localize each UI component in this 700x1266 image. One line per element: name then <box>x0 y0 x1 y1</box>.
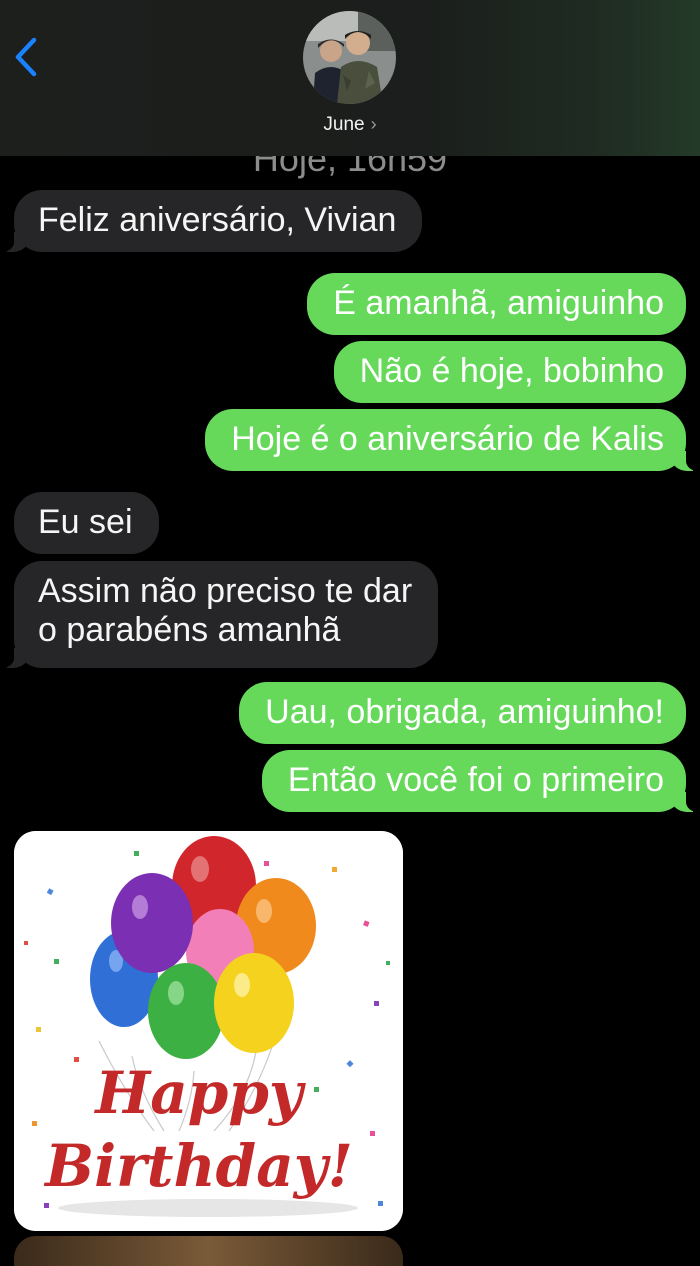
back-button[interactable] <box>10 34 46 80</box>
message-incoming[interactable]: Feliz aniversário, Vivian <box>0 190 423 252</box>
message-outgoing[interactable]: Uau, obrigada, amiguinho! <box>239 682 686 744</box>
chevron-left-icon <box>15 37 37 77</box>
birthday-card-image: Happy Birthday! <box>14 831 403 1231</box>
avatar-photo <box>303 11 396 104</box>
message-outgoing[interactable]: Não é hoje, bobinho <box>333 341 686 403</box>
contact-name-button[interactable]: June › <box>0 114 700 136</box>
message-outgoing[interactable]: Hoje é o aniversário de Kalis <box>205 409 700 471</box>
message-incoming[interactable]: Eu sei <box>14 492 159 554</box>
message-line: o parabéns amanhã <box>38 611 341 649</box>
contact-name: June <box>323 114 365 135</box>
chevron-right-icon: › <box>370 114 377 134</box>
birthday-text: Birthday! <box>43 1132 353 1200</box>
contact-avatar[interactable] <box>303 11 396 104</box>
conversation-header: June › <box>0 0 700 156</box>
message-line: Assim não preciso te dar <box>38 572 413 610</box>
birthday-image-attachment[interactable]: Happy Birthday! <box>14 831 403 1231</box>
message-outgoing[interactable]: É amanhã, amiguinho <box>307 273 686 335</box>
message-outgoing[interactable]: Então você foi o primeiro <box>261 750 700 812</box>
message-incoming-multiline[interactable]: Assim não preciso te dar o parabéns aman… <box>0 561 439 668</box>
happy-text: Happy <box>93 1059 306 1127</box>
next-image-attachment[interactable] <box>14 1236 403 1266</box>
